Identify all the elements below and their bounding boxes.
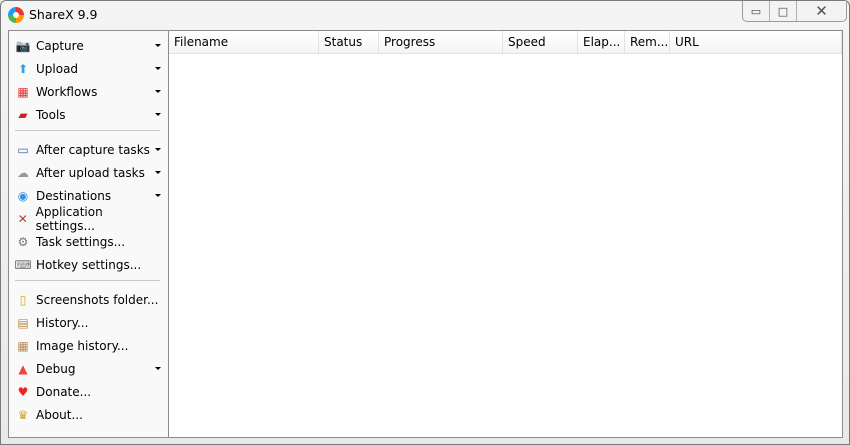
- heart-icon: ♥: [17, 385, 29, 399]
- menu-separator: [15, 130, 160, 131]
- column-header-rem[interactable]: Rem...: [625, 31, 670, 53]
- window-controls: ▭ □ ✕: [742, 1, 847, 22]
- minimize-button[interactable]: ▭: [743, 1, 770, 21]
- dropdown-arrow-icon: [155, 113, 161, 116]
- keyboard-icon: ⌨: [14, 258, 32, 272]
- sidebar-item-capture[interactable]: 📷 Capture: [15, 35, 163, 57]
- gear-icon: ⚙: [17, 235, 29, 249]
- column-header-status[interactable]: Status: [319, 31, 379, 53]
- sidebar-item-history[interactable]: ▤ History...: [15, 312, 163, 334]
- column-header-elap[interactable]: Elap...: [578, 31, 625, 53]
- upload-arrow-icon: ⬆: [17, 62, 29, 76]
- crown-icon: ♛: [17, 408, 29, 422]
- sidebar-item-label: Tools: [36, 108, 66, 122]
- sidebar-item-label: Destinations: [36, 189, 112, 203]
- folder-icon: ▯: [19, 293, 27, 307]
- workflows-grid-icon: ▦: [17, 85, 29, 99]
- sidebar-item-label: Screenshots folder...: [36, 293, 159, 307]
- sidebar-item-application-settings[interactable]: ✕ Application settings...: [15, 205, 163, 233]
- sidebar-item-label: After upload tasks: [36, 166, 145, 180]
- column-header-progress[interactable]: Progress: [379, 31, 503, 53]
- sidebar-item-workflows[interactable]: ▦ Workflows: [15, 81, 163, 103]
- sidebar-item-tools[interactable]: ▰ Tools: [15, 104, 163, 126]
- sidebar-item-label: Donate...: [36, 385, 92, 399]
- sidebar-item-label: Application settings...: [35, 205, 103, 233]
- sidebar-item-hotkey-settings[interactable]: ⌨ Hotkey settings...: [14, 254, 163, 276]
- sidebar-item-donate[interactable]: ♥ Donate...: [15, 381, 163, 403]
- sidebar-item-label: Capture: [36, 39, 84, 53]
- sidebar-item-label: Image history...: [36, 339, 129, 353]
- history-icon: ▤: [17, 316, 29, 330]
- sidebar-item-after-upload-tasks[interactable]: ☁ After upload tasks: [15, 162, 163, 184]
- traffic-cone-icon: ▲: [18, 362, 28, 376]
- column-header-filename[interactable]: Filename: [169, 31, 319, 53]
- dropdown-arrow-icon: [155, 367, 161, 370]
- sidebar-item-label: Workflows: [36, 85, 98, 99]
- dropdown-arrow-icon: [155, 171, 161, 174]
- globe-icon: ◉: [17, 189, 29, 203]
- camera-icon: 📷: [15, 39, 31, 53]
- menu-separator: [15, 280, 160, 281]
- sidebar-item-label: After capture tasks: [36, 143, 150, 157]
- cloud-icon: ☁: [17, 166, 29, 180]
- sidebar-item-destinations[interactable]: ◉ Destinations: [15, 185, 163, 207]
- dropdown-arrow-icon: [155, 194, 161, 197]
- close-button[interactable]: ✕: [797, 1, 846, 21]
- sidebar-item-screenshots-folder[interactable]: ▯ Screenshots folder...: [15, 289, 163, 311]
- image-icon: ▭: [17, 143, 29, 157]
- task-list-view[interactable]: Filename Status Progress Speed Elap... Rem...…: [168, 30, 843, 438]
- sidebar-item-debug[interactable]: ▲ Debug: [15, 358, 163, 380]
- column-header-url[interactable]: URL: [670, 31, 842, 53]
- sidebar-item-label: Hotkey settings...: [36, 258, 142, 272]
- column-header-speed[interactable]: Speed: [503, 31, 578, 53]
- sidebar-item-label: History...: [36, 316, 89, 330]
- sidebar-item-task-settings[interactable]: ⚙ Task settings...: [15, 231, 163, 253]
- dropdown-arrow-icon: [155, 67, 161, 70]
- dropdown-arrow-icon: [155, 44, 161, 47]
- toolbox-icon: ▰: [18, 108, 28, 122]
- sidebar-item-upload[interactable]: ⬆ Upload: [15, 58, 163, 80]
- dropdown-arrow-icon: [155, 90, 161, 93]
- sidebar-item-image-history[interactable]: ▦ Image history...: [15, 335, 163, 357]
- image-history-icon: ▦: [17, 339, 29, 353]
- sidebar-item-after-capture-tasks[interactable]: ▭ After capture tasks: [15, 139, 163, 161]
- sidebar-menu: 📷 Capture ⬆ Upload ▦ Workflows ▰ Tools ▭ After ca…: [8, 30, 169, 438]
- dropdown-arrow-icon: [155, 148, 161, 151]
- window-title: ShareX 9.9: [29, 7, 98, 22]
- sharex-logo-icon: [8, 7, 24, 23]
- sidebar-item-label: Debug: [36, 362, 76, 376]
- sidebar-item-about[interactable]: ♛ About...: [15, 404, 163, 426]
- sidebar-item-label: Upload: [36, 62, 79, 76]
- sidebar-item-label: Task settings...: [36, 235, 126, 249]
- maximize-button[interactable]: □: [770, 1, 797, 21]
- wrench-icon: ✕: [17, 212, 28, 226]
- sidebar-item-label: About...: [36, 408, 83, 422]
- list-header: Filename Status Progress Speed Elap... Rem...…: [169, 31, 842, 54]
